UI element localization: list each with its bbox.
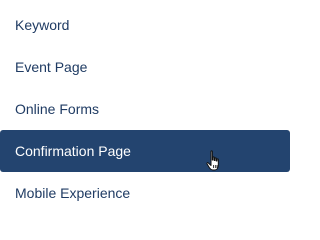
sidebar-item-online-forms[interactable]: Online Forms <box>0 88 290 130</box>
sidebar-item-label: Keyword <box>15 17 70 33</box>
sidebar-item-event-page[interactable]: Event Page <box>0 46 290 88</box>
sidebar-item-confirmation-page[interactable]: Confirmation Page <box>0 130 290 172</box>
sidebar-item-label: Event Page <box>15 59 88 75</box>
sidebar-item-label: Mobile Experience <box>15 185 131 201</box>
sidebar-item-label: Confirmation Page <box>15 143 131 159</box>
sidebar-nav: Keyword Event Page Online Forms Confirma… <box>0 0 290 220</box>
sidebar-item-label: Online Forms <box>15 101 100 117</box>
sidebar-item-mobile-experience[interactable]: Mobile Experience <box>0 172 290 214</box>
sidebar-item-keyword[interactable]: Keyword <box>0 4 290 46</box>
